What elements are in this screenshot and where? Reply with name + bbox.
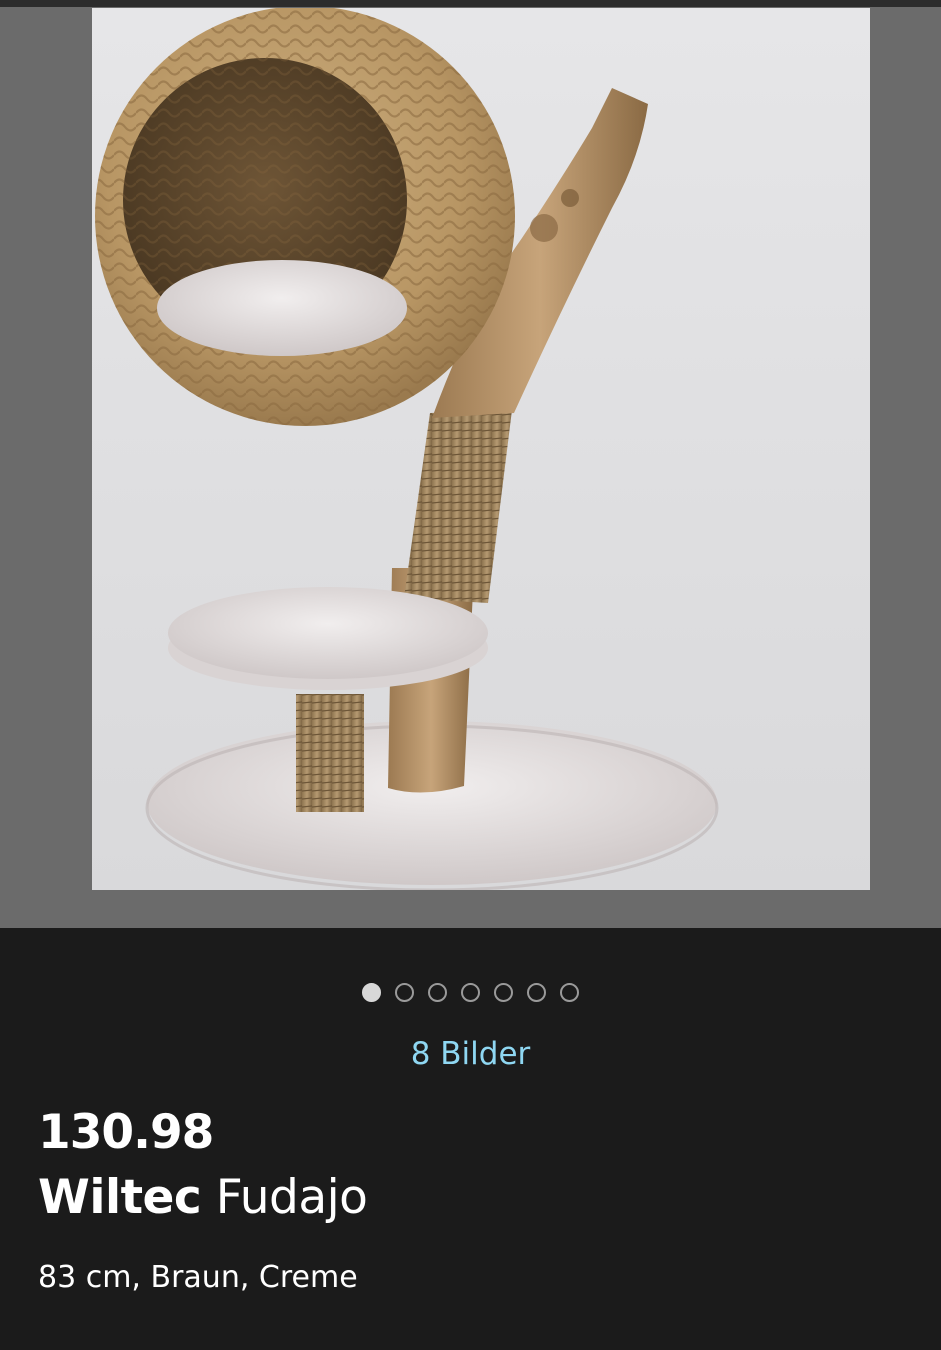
pagination-dot-2[interactable] — [395, 983, 414, 1002]
pagination-dot-4[interactable] — [461, 983, 480, 1002]
product-specs: 83 cm, Braun, Creme — [38, 1260, 358, 1295]
image-gallery[interactable] — [0, 0, 941, 928]
product-title: Wiltec Fudajo — [38, 1168, 368, 1228]
pagination-dot-5[interactable] — [494, 983, 513, 1002]
cat-tree-illustration — [95, 8, 719, 890]
pagination-dot-6[interactable] — [527, 983, 546, 1002]
pagination-dot-3[interactable] — [428, 983, 447, 1002]
pagination-dot-1[interactable] — [362, 983, 381, 1002]
image-count-link[interactable]: 8 Bilder — [0, 1034, 941, 1074]
product-image[interactable] — [92, 8, 870, 890]
product-brand: Wiltec — [38, 1170, 202, 1225]
gallery-pagination — [0, 983, 941, 1009]
pagination-dot-7[interactable] — [560, 983, 579, 1002]
product-model: Fudajo — [215, 1170, 368, 1225]
top-bar — [0, 0, 941, 7]
product-price: 130.98 — [38, 1105, 214, 1160]
